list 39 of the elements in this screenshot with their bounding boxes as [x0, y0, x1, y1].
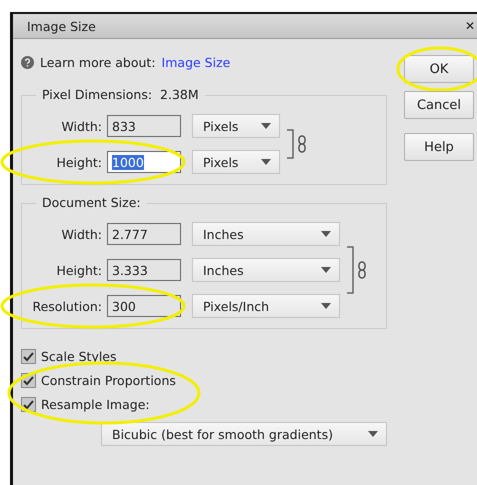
input-field[interactable]: 833: [107, 115, 181, 137]
unit-dropdown[interactable]: Pixels: [192, 150, 280, 174]
close-button[interactable]: ✕: [464, 19, 475, 33]
help-link[interactable]: Image Size: [162, 54, 230, 70]
dialog-button[interactable]: Cancel: [404, 91, 474, 119]
unit-dropdown[interactable]: Inches: [192, 222, 340, 246]
caret-icon: [321, 303, 331, 309]
resample-dropdown[interactable]: Bicubic (best for smooth gradients): [101, 422, 387, 446]
dialog-button[interactable]: Help: [404, 133, 474, 161]
help-icon: [21, 56, 34, 68]
check-icon: [23, 400, 34, 410]
unit-dropdown[interactable]: Inches: [192, 258, 340, 282]
caret-icon: [261, 159, 271, 165]
section-title: Pixel Dimensions: 2.38M: [36, 87, 205, 102]
field-label: Width:: [60, 118, 102, 134]
unit-dropdown[interactable]: Pixels/Inch: [192, 294, 340, 318]
caret-icon: [321, 231, 331, 237]
field-label: Height:: [55, 154, 102, 170]
check-icon: [23, 376, 34, 386]
checkbox[interactable]: [21, 349, 36, 364]
input-field[interactable]: 2.777: [107, 223, 181, 245]
window-title: Image Size: [27, 18, 96, 34]
section-title: Document Size:: [36, 195, 147, 210]
dialog-button[interactable]: OK: [404, 55, 474, 83]
checkbox-label: Scale Styles: [41, 349, 117, 364]
field-label: Resolution:: [31, 298, 102, 314]
check-icon: [23, 352, 34, 362]
checkbox-label: Constrain Proportions: [41, 373, 176, 388]
input-field[interactable]: 3.333: [107, 259, 181, 281]
unit-dropdown[interactable]: Pixels: [192, 114, 280, 138]
input-field[interactable]: 300: [107, 295, 181, 317]
caret-icon: [368, 431, 378, 437]
input-field[interactable]: 1000: [107, 151, 181, 173]
field-label: Width:: [60, 226, 102, 242]
checkbox-label: Resample Image:: [41, 397, 150, 412]
caret-icon: [261, 123, 271, 129]
help-text: Learn more about:: [40, 54, 156, 70]
caret-icon: [321, 267, 331, 273]
field-label: Height:: [55, 262, 102, 278]
